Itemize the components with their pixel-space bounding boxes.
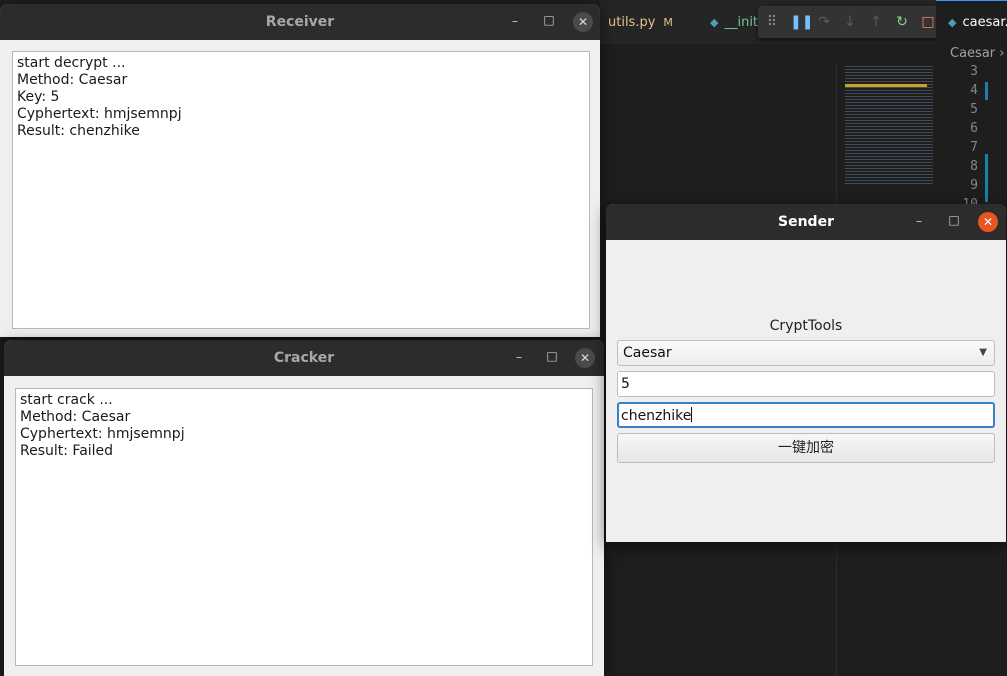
drag-grip-icon[interactable]: ⠿ [764,14,780,30]
method-select[interactable]: Caesar ▼ [617,340,995,366]
line-number: 9 [970,178,978,193]
app-heading: CryptTools [769,318,843,334]
window-title: Sender [778,214,834,230]
chevron-right-icon: › [999,46,1005,61]
log-line: Cyphertext: hmjsemnpj [20,426,185,442]
receiver-log[interactable]: start decrypt ... Method: Caesar Key: 5 … [12,51,590,329]
cracker-titlebar[interactable]: Cracker – □ ✕ [4,340,604,376]
log-line: Method: Caesar [20,409,131,425]
line-number: 8 [970,159,978,174]
line-number: 3 [970,64,978,79]
plaintext-field-value: chenzhike [621,408,692,424]
line-number: 6 [970,121,978,136]
key-field-value: 5 [621,376,630,392]
tab-init-label: __init [724,14,759,30]
log-line: Result: chenzhike [17,123,140,139]
close-icon[interactable]: ✕ [978,212,998,232]
line-number: 4 [970,83,978,98]
cracker-window: Cracker – □ ✕ start crack ... Method: Ca… [4,340,604,676]
chevron-down-icon: ▼ [979,347,987,358]
close-icon[interactable]: ✕ [573,12,593,32]
restart-icon[interactable]: ↻ [894,14,910,30]
receiver-window: Receiver – □ ✕ start decrypt ... Method:… [0,4,600,337]
maximize-icon[interactable]: □ [947,213,961,227]
tab-caesar[interactable]: ◆ caesar. [936,0,1007,44]
git-change-marker [985,154,988,202]
log-line: start decrypt ... [17,55,126,71]
log-line: Method: Caesar [17,72,128,88]
editor-tab-bar: utils.py M ◆ __init ⠿ ❚❚ ↷ ↓ ↑ ↻ □ ◆ cae… [600,0,1007,44]
minimize-icon[interactable]: – [508,14,522,28]
tab-utils[interactable]: utils.py M [608,0,673,44]
encrypt-button[interactable]: 一键加密 [617,433,995,463]
debug-toolbar: ⠿ ❚❚ ↷ ↓ ↑ ↻ □ [758,6,942,38]
log-line: start crack ... [20,392,113,408]
minimize-icon[interactable]: – [512,350,526,364]
step-out-icon[interactable]: ↑ [868,14,884,30]
plaintext-field[interactable]: chenzhike [617,402,995,428]
tab-init[interactable]: ◆ __init [710,0,758,44]
close-icon[interactable]: ✕ [575,348,595,368]
text-caret [691,407,693,422]
python-file-icon: ◆ [710,15,719,29]
tab-caesar-label: caesar. [962,15,1007,30]
step-over-icon[interactable]: ↷ [816,14,832,30]
log-line: Result: Failed [20,443,114,459]
receiver-titlebar[interactable]: Receiver – □ ✕ [0,4,600,40]
log-line: Cyphertext: hmjsemnpj [17,106,182,122]
log-line: Key: 5 [17,89,60,105]
sender-window: Sender – □ ✕ CryptTools Caesar ▼ 5 chenz… [606,204,1006,542]
minimap-highlight [845,84,927,87]
minimize-icon[interactable]: – [912,214,926,228]
pause-icon[interactable]: ❚❚ [790,14,813,30]
modified-badge: M [663,15,673,29]
maximize-icon[interactable]: □ [542,13,556,27]
tab-utils-label: utils.py [608,14,656,30]
line-number: 7 [970,140,978,155]
breadcrumb-item[interactable]: Caesar [950,46,995,61]
sender-titlebar[interactable]: Sender – □ ✕ [606,204,1006,240]
stop-icon[interactable]: □ [920,14,936,30]
step-into-icon[interactable]: ↓ [842,14,858,30]
python-file-icon: ◆ [948,16,957,29]
key-field[interactable]: 5 [617,371,995,397]
git-change-marker [985,82,988,100]
cracker-log[interactable]: start crack ... Method: Caesar Cyphertex… [15,388,593,666]
breadcrumb[interactable]: Caesar › [950,44,1004,64]
maximize-icon[interactable]: □ [545,349,559,363]
method-select-value: Caesar [623,345,672,361]
line-number: 5 [970,102,978,117]
